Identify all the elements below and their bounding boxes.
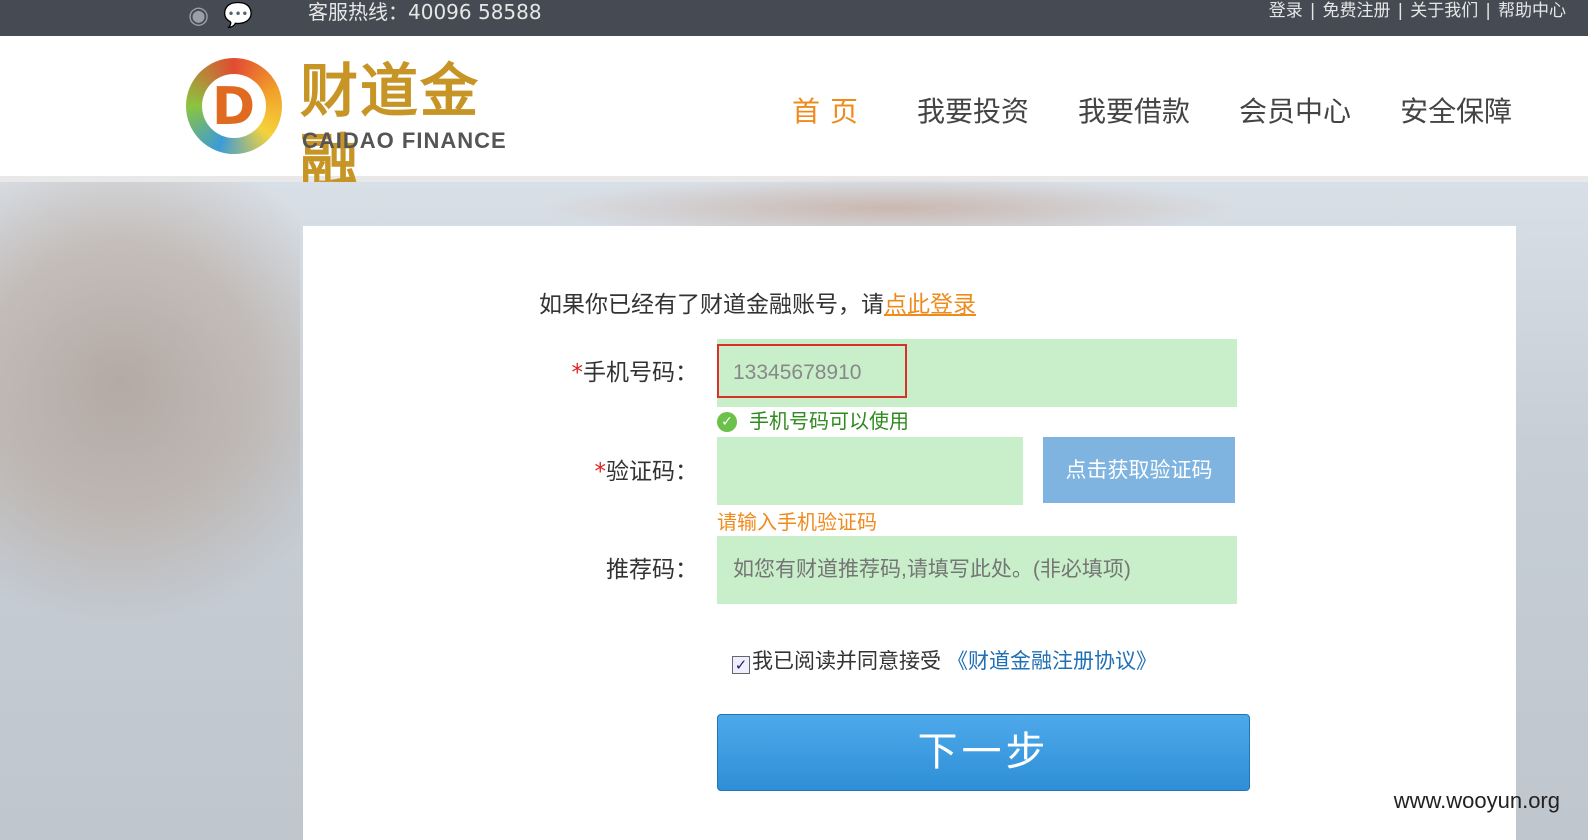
header: D 财道金融 CAIDAO FINANCE 首页 我要投资 我要借款 会员中心 … xyxy=(0,36,1588,195)
login-here-link[interactable]: 点此登录 xyxy=(884,292,976,318)
phone-label: *手机号码： xyxy=(571,360,699,386)
code-error-message: 请输入手机验证码 xyxy=(717,510,877,534)
help-link[interactable]: 帮助中心 xyxy=(1498,1,1566,21)
nav-member[interactable]: 会员中心 xyxy=(1239,94,1351,130)
watermark: www.wooyun.org xyxy=(1393,788,1560,813)
referral-input[interactable] xyxy=(717,536,1237,604)
check-icon: ✓ xyxy=(717,412,737,432)
nav-security[interactable]: 安全保障 xyxy=(1400,94,1512,130)
agree-checkbox[interactable]: ✓ xyxy=(732,656,750,674)
register-link[interactable]: 免费注册 xyxy=(1323,1,1391,21)
nav-borrow[interactable]: 我要借款 xyxy=(1078,94,1190,130)
logo-cn: 财道金融 xyxy=(300,57,481,195)
login-prompt: 如果你已经有了财道金融账号，请点此登录 xyxy=(539,292,976,318)
weibo-icon[interactable]: ◉ xyxy=(188,2,209,28)
agreement-link[interactable]: 《财道金融注册协议》 xyxy=(947,649,1157,673)
nav-invest[interactable]: 我要投资 xyxy=(917,94,1029,130)
code-input[interactable] xyxy=(717,437,1023,505)
social-icons: ◉ 💬 xyxy=(188,2,253,28)
next-button[interactable]: 下一步 xyxy=(717,714,1250,791)
hotline: 客服热线：40096 58588 xyxy=(308,0,542,24)
agreement: ✓ 我已阅读并同意接受 《财道金融注册协议》 xyxy=(732,646,1157,676)
wechat-icon[interactable]: 💬 xyxy=(223,2,253,28)
nav-home[interactable]: 首页 xyxy=(792,94,868,130)
hero-blur xyxy=(0,182,300,682)
referral-label: 推荐码： xyxy=(606,557,698,583)
login-link[interactable]: 登录 xyxy=(1269,1,1303,21)
code-label: *验证码： xyxy=(594,459,699,485)
phone-valid-message: ✓ 手机号码可以使用 xyxy=(717,407,909,435)
get-code-button[interactable]: 点击获取验证码 xyxy=(1043,437,1235,503)
top-links: 登录 | 免费注册 | 关于我们 | 帮助中心 xyxy=(1268,1,1566,21)
logo-en: CAIDAO FINANCE xyxy=(302,128,507,153)
main-nav: 首页 我要投资 我要借款 会员中心 安全保障 xyxy=(792,94,1561,130)
about-link[interactable]: 关于我们 xyxy=(1410,1,1478,21)
highlight-box xyxy=(717,344,907,398)
top-bar: ◉ 💬 客服热线：40096 58588 登录 | 免费注册 | 关于我们 | 帮助中心 xyxy=(0,0,1588,36)
logo-mark: D xyxy=(212,77,256,137)
logo[interactable]: D 财道金融 CAIDAO FINANCE xyxy=(186,56,536,195)
